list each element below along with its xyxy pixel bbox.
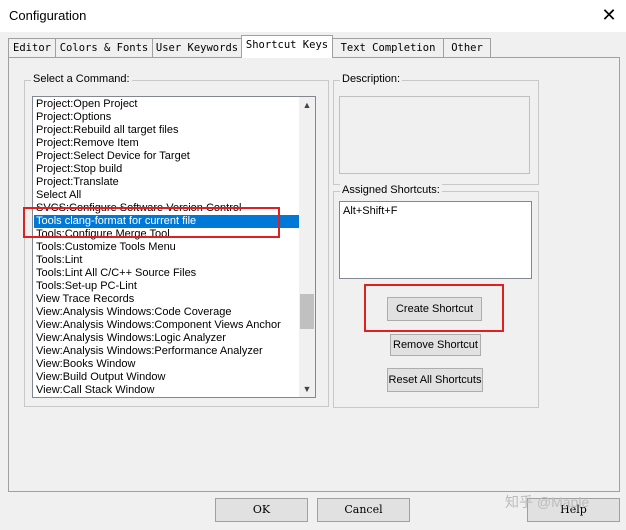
command-list-item[interactable]: Tools:Set-up PC-Lint (34, 280, 300, 293)
command-list-item[interactable]: Tools:Lint All C/C++ Source Files (34, 267, 300, 280)
scroll-up-icon[interactable]: ▲ (299, 97, 315, 113)
command-list-item[interactable]: Tools:Lint (34, 254, 300, 267)
ok-button[interactable]: OK (215, 498, 308, 522)
tab-editor[interactable]: Editor (8, 38, 56, 57)
create-shortcut-button[interactable]: Create Shortcut (387, 297, 482, 321)
command-list-item[interactable]: Tools:Configure Merge Tool (34, 228, 300, 241)
description-box (339, 96, 530, 174)
tab-text-completion[interactable]: Text Completion (332, 38, 444, 57)
command-list-item[interactable]: Tools clang-format for current file (34, 215, 300, 228)
command-list-item[interactable]: View:Analysis Windows:Logic Analyzer (34, 332, 300, 345)
assigned-shortcut-item[interactable]: Alt+Shift+F (343, 205, 528, 217)
command-list-item[interactable]: View:Books Window (34, 358, 300, 371)
assigned-shortcuts-label: Assigned Shortcuts: (340, 184, 442, 196)
command-list-item[interactable]: Tools:Customize Tools Menu (34, 241, 300, 254)
command-list-item[interactable]: Project:Options (34, 111, 300, 124)
command-list-item[interactable]: SVCS:Configure Software Version Control (34, 202, 300, 215)
command-list-item[interactable]: Project:Translate (34, 176, 300, 189)
scroll-thumb[interactable] (300, 294, 314, 329)
tab-other[interactable]: Other (443, 38, 491, 57)
tab-shortcut-keys[interactable]: Shortcut Keys (241, 35, 333, 58)
command-scrollbar[interactable]: ▲ ▼ (299, 97, 315, 397)
window-title: Configuration (9, 8, 87, 23)
assigned-shortcuts-list[interactable]: Alt+Shift+F (339, 201, 532, 279)
command-list-item[interactable]: View:Build Output Window (34, 371, 300, 384)
command-list-item[interactable]: View:Analysis Windows:Component Views An… (34, 319, 300, 332)
command-list-item[interactable]: Project:Open Project (34, 98, 300, 111)
command-list-item[interactable]: View Trace Records (34, 293, 300, 306)
cancel-button[interactable]: Cancel (317, 498, 410, 522)
reset-all-shortcuts-button[interactable]: Reset All Shortcuts (387, 368, 483, 392)
command-list-item[interactable]: View:Analysis Windows:Performance Analyz… (34, 345, 300, 358)
remove-shortcut-button[interactable]: Remove Shortcut (390, 334, 481, 356)
select-command-label: Select a Command: (31, 73, 132, 85)
watermark: 知乎 @Maple (505, 494, 590, 510)
command-list-item[interactable]: View:Call Stack Window (34, 384, 300, 397)
title-bar: Configuration ✕ (0, 0, 626, 32)
command-list-item[interactable]: Select All (34, 189, 300, 202)
command-list-item[interactable]: Project:Select Device for Target (34, 150, 300, 163)
command-list[interactable]: Project:Open Project Project:Options Proje… (32, 96, 316, 398)
close-icon[interactable]: ✕ (596, 4, 622, 28)
command-list-item[interactable]: Project:Stop build (34, 163, 300, 176)
command-list-items: Project:Open Project Project:Options Proje… (34, 98, 300, 397)
command-list-item[interactable]: View:Analysis Windows:Code Coverage (34, 306, 300, 319)
command-list-item[interactable]: Project:Remove Item (34, 137, 300, 150)
scroll-down-icon[interactable]: ▼ (299, 381, 315, 397)
description-label: Description: (340, 73, 403, 85)
command-list-item[interactable]: Project:Rebuild all target files (34, 124, 300, 137)
tab-colors-fonts[interactable]: Colors & Fonts (55, 38, 153, 57)
tab-user-keywords[interactable]: User Keywords (152, 38, 242, 57)
